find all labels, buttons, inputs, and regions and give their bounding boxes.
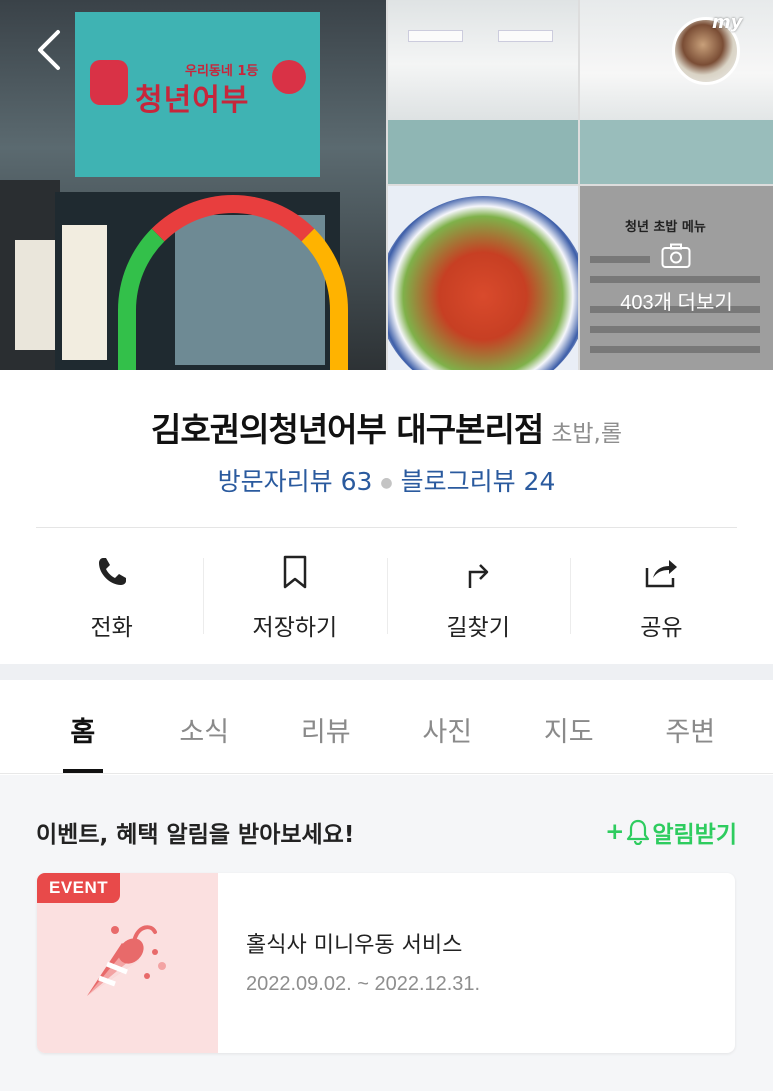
event-badge: EVENT: [37, 873, 121, 903]
sign-badge: [272, 60, 306, 94]
interior-counter: [580, 120, 773, 184]
divider: [36, 527, 737, 528]
call-label: 전화: [90, 615, 133, 641]
menu-poster: [62, 225, 107, 360]
photo-gallery[interactable]: 우리동네 1등 청년어부 청년 초밥 메뉴 403개 더보기: [0, 0, 773, 370]
ceiling-lamp: [408, 30, 463, 42]
place-name: 김호권의청년어부 대구본리점: [151, 410, 544, 449]
directions-label: 길찾기: [446, 615, 510, 641]
food-plate: [388, 196, 578, 370]
section-separator: [0, 664, 773, 680]
interior-photo-1[interactable]: [388, 0, 578, 184]
food-photo[interactable]: [388, 186, 578, 370]
notify-button[interactable]: + 알림받기: [605, 815, 737, 849]
sign-text: 청년어부: [135, 83, 250, 118]
ceiling-lamp: [498, 30, 553, 42]
event-title: 홀식사 미니우동 서비스: [246, 933, 463, 958]
camera-icon: [661, 243, 691, 268]
blog-reviews-link[interactable]: 블로그리뷰 24: [401, 467, 556, 496]
interior-counter: [388, 120, 578, 184]
visitor-reviews-link[interactable]: 방문자리뷰 63: [218, 467, 373, 496]
directions-button[interactable]: 길찾기: [386, 550, 570, 641]
phone-icon: [98, 558, 126, 585]
bell-icon: [627, 819, 650, 845]
tab-home[interactable]: 홈: [22, 680, 144, 773]
bookmark-icon: [283, 555, 307, 589]
tab-map[interactable]: 지도: [508, 680, 630, 773]
tab-bar: 홈 소식 리뷰 사진 지도 주변: [0, 680, 773, 774]
save-button[interactable]: 저장하기: [203, 550, 386, 641]
share-label: 공유: [640, 615, 683, 641]
review-links: 방문자리뷰 63 ● 블로그리뷰 24: [0, 462, 773, 498]
interior-photo-2[interactable]: [580, 0, 773, 184]
action-bar: 전화 저장하기 길찾기 공유: [20, 550, 753, 641]
neighbor-poster: [15, 240, 60, 350]
event-card[interactable]: EVENT 홀식사 미니우동 서비스 2022.09.02. ~ 2022.12…: [37, 873, 735, 1053]
menu-photo-more[interactable]: 청년 초밥 메뉴 403개 더보기: [580, 186, 773, 370]
share-icon: [646, 560, 678, 588]
share-button[interactable]: 공유: [569, 550, 753, 641]
event-section-title: 이벤트, 혜택 알림을 받아보세요!: [36, 822, 355, 848]
tab-photos[interactable]: 사진: [387, 680, 509, 773]
tab-nearby[interactable]: 주변: [630, 680, 752, 773]
back-button[interactable]: [34, 28, 66, 72]
tab-reviews[interactable]: 리뷰: [265, 680, 387, 773]
call-button[interactable]: 전화: [20, 550, 203, 641]
event-date: 2022.09.02. ~ 2022.12.31.: [246, 973, 481, 995]
notify-label: 알림받기: [652, 822, 737, 848]
separator-dot: ●: [380, 475, 393, 491]
place-category: 초밥,롤: [551, 421, 622, 447]
more-photos-label: 403개 더보기: [620, 292, 733, 314]
event-section: 이벤트, 혜택 알림을 받아보세요! + 알림받기 EVENT 홀식사 미니우동…: [0, 775, 773, 1091]
directions-icon: [468, 564, 489, 588]
party-popper-icon: [87, 925, 166, 996]
save-label: 저장하기: [252, 615, 338, 641]
notify-plus: +: [605, 819, 625, 845]
place-title-row: 김호권의청년어부 대구본리점 초밥,롤: [0, 403, 773, 451]
tab-news[interactable]: 소식: [144, 680, 266, 773]
event-thumbnail: EVENT: [37, 873, 218, 1053]
sign-logo: [90, 60, 128, 105]
more-photos-overlay: [580, 186, 773, 370]
profile-label: my: [712, 12, 743, 33]
